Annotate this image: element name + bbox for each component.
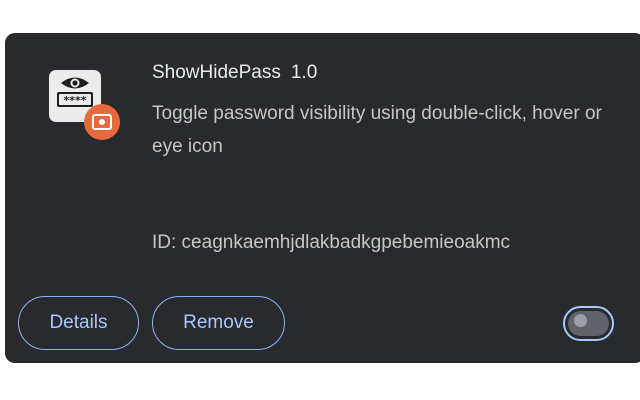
extension-id: ID: ceagnkaemhjdlakbadkgpebemieoakmc: [152, 232, 511, 253]
details-button[interactable]: Details: [18, 296, 139, 350]
extension-title: ShowHidePass 1.0: [152, 62, 317, 84]
remove-button[interactable]: Remove: [152, 296, 285, 350]
toggle-knob: [574, 314, 587, 327]
extension-name: ShowHidePass: [152, 62, 281, 83]
policy-badge-icon: [84, 104, 120, 140]
extension-version: 1.0: [290, 62, 318, 83]
enable-toggle[interactable]: [563, 306, 614, 341]
extension-description: Toggle password visibility using double-…: [152, 103, 602, 157]
